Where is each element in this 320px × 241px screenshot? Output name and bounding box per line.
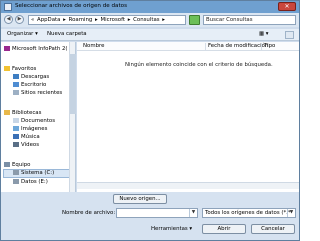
dialog-icon: [4, 3, 12, 11]
downloads-icon: [13, 74, 19, 79]
nav-item-music[interactable]: Música: [13, 134, 40, 140]
breadcrumb[interactable]: « AppData ▸ Roaming ▸ Microsoft ▸ Consul…: [28, 15, 186, 25]
window-title: Seleccionar archivos de origen de datos: [15, 3, 128, 9]
address-bar-row: ◀ ▶ « AppData ▸ Roaming ▸ Microsoft ▸ Co…: [1, 13, 299, 27]
chevron-down-icon[interactable]: ▼: [189, 209, 197, 217]
computer-icon: [4, 162, 10, 167]
videos-icon: [13, 142, 19, 147]
nav-section-favorites[interactable]: Favoritos: [4, 66, 36, 72]
list-scrollbar[interactable]: [77, 182, 299, 189]
nav-item-desktop[interactable]: Escritorio: [13, 82, 46, 88]
cancel-button[interactable]: Cancelar: [251, 224, 295, 234]
desktop-icon: [13, 82, 19, 87]
breadcrumb-separator[interactable]: ▸: [95, 17, 98, 23]
documents-icon: [13, 118, 19, 123]
nav-item-documents[interactable]: Documentos: [13, 118, 55, 124]
library-icon: [4, 110, 10, 115]
search-input[interactable]: Buscar Consultas: [203, 15, 296, 25]
breadcrumb-item-roaming[interactable]: Roaming: [69, 17, 93, 23]
breadcrumb-separator[interactable]: ▸: [162, 17, 165, 23]
nav-section-computer[interactable]: Equipo: [4, 162, 30, 168]
new-folder-button[interactable]: Nueva carpeta: [47, 31, 87, 37]
view-options-button[interactable]: ▦ ▾: [259, 31, 269, 37]
nav-item-videos[interactable]: Vídeos: [13, 142, 39, 148]
filename-input[interactable]: ▼: [116, 208, 198, 218]
organize-button[interactable]: Organizar ▾: [7, 31, 38, 37]
breadcrumb-separator[interactable]: ▸: [63, 17, 66, 23]
open-button[interactable]: Abrir: [202, 224, 246, 234]
column-header-date[interactable]: Fecha de modificación: [205, 43, 268, 51]
filename-label: Nombre de archivo:: [62, 210, 116, 216]
tools-menu[interactable]: Herramientas ▾: [151, 226, 192, 232]
column-header-type[interactable]: Tipo: [261, 43, 275, 51]
nav-item-system-drive[interactable]: Sistema (C:): [3, 169, 70, 178]
drive-icon: [13, 179, 19, 184]
column-header-name[interactable]: Nombre: [81, 43, 104, 51]
breadcrumb-overflow[interactable]: «: [31, 17, 34, 23]
nav-section-libraries[interactable]: Bibliotecas: [4, 110, 41, 116]
navigation-pane: Microsoft InfoPath 2( Favoritos Descarga…: [1, 42, 76, 192]
new-source-button[interactable]: Nuevo origen...: [113, 194, 167, 204]
forward-button[interactable]: ▶: [15, 15, 24, 24]
empty-message: Ningún elemento coincide con el criterio…: [125, 62, 273, 68]
pictures-icon: [13, 126, 19, 131]
star-icon: [4, 66, 10, 71]
breadcrumb-separator[interactable]: ▸: [128, 17, 131, 23]
file-open-dialog: Seleccionar archivos de origen de datos …: [0, 0, 300, 241]
music-icon: [13, 134, 19, 139]
back-button[interactable]: ◀: [4, 15, 13, 24]
nav-item-pictures[interactable]: Imágenes: [13, 126, 47, 132]
file-list[interactable]: Nombre Fecha de modificación Tipo Ningún…: [77, 42, 299, 192]
refresh-button[interactable]: [189, 15, 200, 25]
breadcrumb-item-microsoft[interactable]: Microsoft: [100, 17, 125, 23]
toolbar: Organizar ▾ Nueva carpeta ▦ ▾: [1, 29, 299, 41]
nav-item-infopath[interactable]: Microsoft InfoPath 2(: [4, 46, 68, 52]
file-type-select[interactable]: Todos los orígenes de datos (*.* ▼: [202, 208, 296, 218]
breadcrumb-item-consultas[interactable]: Consultas: [133, 17, 159, 23]
chevron-down-icon[interactable]: ▼: [287, 209, 295, 217]
column-header-row: Nombre Fecha de modificación Tipo: [77, 42, 299, 51]
title-bar: Seleccionar archivos de origen de datos …: [1, 1, 299, 13]
nav-item-data-drive[interactable]: Datos (E:): [13, 179, 48, 185]
nav-item-recent[interactable]: Sitios recientes: [13, 90, 62, 96]
dialog-footer: Nuevo origen... Nombre de archivo: ▼ Tod…: [1, 192, 299, 240]
nav-scrollbar-thumb[interactable]: [70, 54, 76, 114]
infopath-icon: [4, 46, 10, 51]
nav-item-downloads[interactable]: Descargas: [13, 74, 49, 80]
close-button[interactable]: ✕: [278, 2, 296, 11]
breadcrumb-item-appdata[interactable]: AppData: [37, 17, 60, 23]
recent-places-icon: [13, 90, 19, 95]
file-type-value: Todos los orígenes de datos (*.*: [205, 210, 291, 216]
nav-scrollbar[interactable]: [69, 42, 76, 192]
preview-pane-icon[interactable]: [285, 31, 294, 39]
drive-icon: [13, 170, 19, 175]
